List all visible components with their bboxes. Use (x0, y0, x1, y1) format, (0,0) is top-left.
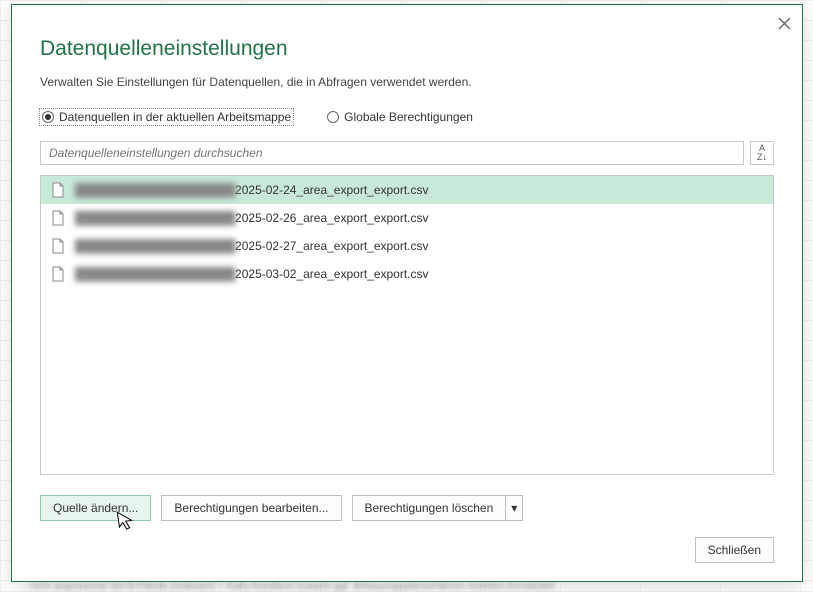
close-icon[interactable] (774, 13, 794, 33)
file-name: 2025-02-24_area_export_export.csv (235, 183, 428, 197)
radio-icon (327, 111, 339, 123)
clear-permissions-button[interactable]: Berechtigungen löschen (352, 495, 507, 521)
file-icon (51, 238, 65, 254)
dialog-subtitle: Verwalten Sie Einstellungen für Datenque… (40, 75, 774, 89)
chevron-down-icon[interactable]: ▾ (506, 495, 523, 521)
file-prefix: ████████████████████ (75, 239, 235, 253)
data-source-settings-dialog: Datenquelleneinstellungen Verwalten Sie … (11, 4, 803, 582)
file-name: 2025-03-02_area_export_export.csv (235, 267, 428, 281)
list-item[interactable]: ████████████████████2025-02-27_area_expo… (41, 232, 773, 260)
scope-radio-group: Datenquellen in der aktuellen Arbeitsmap… (40, 109, 774, 125)
radio-current-workbook[interactable]: Datenquellen in der aktuellen Arbeitsmap… (40, 109, 293, 125)
radio-label: Datenquellen in der aktuellen Arbeitsmap… (59, 110, 291, 124)
file-prefix: ████████████████████ (75, 183, 235, 197)
edit-permissions-button[interactable]: Berechtigungen bearbeiten... (161, 495, 341, 521)
close-button[interactable]: Schließen (695, 537, 774, 563)
sort-icon: AZ↓ (757, 144, 767, 162)
file-path: ████████████████████2025-02-24_area_expo… (75, 183, 429, 197)
background-spreadsheet-text: nicht angrenzend Set-B-Fläche (realisier… (30, 581, 813, 592)
file-icon (51, 266, 65, 282)
file-name: 2025-02-27_area_export_export.csv (235, 239, 428, 253)
list-item[interactable]: ████████████████████2025-02-26_area_expo… (41, 204, 773, 232)
file-prefix: ████████████████████ (75, 267, 235, 281)
file-name: 2025-02-26_area_export_export.csv (235, 211, 428, 225)
file-path: ████████████████████2025-02-26_area_expo… (75, 211, 429, 225)
sort-button[interactable]: AZ↓ (750, 141, 774, 165)
data-source-list[interactable]: ████████████████████2025-02-24_area_expo… (40, 175, 774, 475)
search-input[interactable] (40, 141, 744, 165)
change-source-button[interactable]: Quelle ändern... (40, 495, 151, 521)
file-path: ████████████████████2025-03-02_area_expo… (75, 267, 429, 281)
radio-global-permissions[interactable]: Globale Berechtigungen (325, 109, 475, 125)
clear-permissions-dropdown[interactable]: Berechtigungen löschen ▾ (352, 495, 524, 521)
list-item[interactable]: ████████████████████2025-03-02_area_expo… (41, 260, 773, 288)
radio-label: Globale Berechtigungen (344, 110, 473, 124)
file-path: ████████████████████2025-02-27_area_expo… (75, 239, 429, 253)
file-icon (51, 210, 65, 226)
list-item[interactable]: ████████████████████2025-02-24_area_expo… (41, 176, 773, 204)
file-prefix: ████████████████████ (75, 211, 235, 225)
file-icon (51, 182, 65, 198)
dialog-title: Datenquelleneinstellungen (40, 37, 774, 61)
radio-icon (42, 111, 54, 123)
